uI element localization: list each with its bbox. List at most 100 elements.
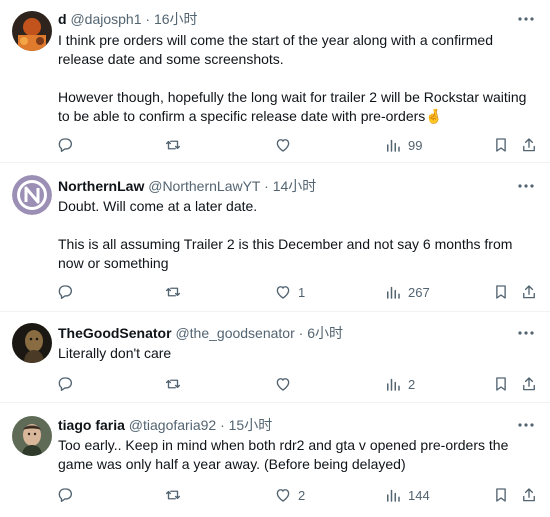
- more-options-icon[interactable]: [516, 415, 536, 435]
- action-bar: 2 144: [56, 485, 538, 505]
- timestamp[interactable]: 15小时: [229, 417, 273, 433]
- timestamp[interactable]: 16小时: [154, 11, 198, 27]
- tweet-paragraph: However though, hopefully the long wait …: [58, 89, 531, 124]
- view-count: 144: [408, 487, 430, 503]
- display-name[interactable]: d: [58, 11, 67, 27]
- action-bar: 1 267: [56, 282, 538, 302]
- more-options-icon[interactable]: [516, 176, 536, 196]
- bookmark-button[interactable]: [492, 374, 510, 394]
- tweet[interactable]: NorthernLaw @NorthernLawYT · 14小时 Doubt.…: [0, 163, 550, 312]
- separator-dot: ·: [145, 11, 151, 27]
- reply-icon: [56, 486, 74, 504]
- tweet-header: tiago faria @tiagofaria92 · 15小时: [58, 415, 272, 435]
- display-name[interactable]: NorthernLaw: [58, 178, 144, 194]
- display-name[interactable]: tiago faria: [58, 417, 125, 433]
- share-icon: [520, 375, 538, 393]
- reply-icon: [56, 136, 74, 154]
- bookmark-icon: [492, 486, 510, 504]
- like-button[interactable]: 1: [274, 282, 305, 302]
- more-options-icon[interactable]: [516, 323, 536, 343]
- bookmark-button[interactable]: [492, 282, 510, 302]
- bookmark-icon: [492, 375, 510, 393]
- like-button[interactable]: [274, 374, 298, 394]
- tweet-text: Too early.. Keep in mind when both rdr2 …: [58, 436, 528, 474]
- bookmark-icon: [492, 283, 510, 301]
- separator-dot: ·: [220, 417, 225, 433]
- views-button[interactable]: 267: [384, 282, 430, 302]
- tweet-paragraph: I think pre orders will come the start o…: [58, 32, 497, 67]
- like-button[interactable]: [274, 135, 298, 155]
- share-icon: [520, 283, 538, 301]
- avatar[interactable]: [12, 11, 52, 51]
- tweet-text: I think pre orders will come the start o…: [58, 31, 528, 126]
- action-bar: 2: [56, 374, 538, 394]
- share-button[interactable]: [520, 135, 538, 155]
- views-button[interactable]: 99: [384, 135, 422, 155]
- tweet-paragraph: Literally don't care: [58, 345, 172, 361]
- avatar[interactable]: [12, 416, 52, 456]
- like-count: 1: [298, 284, 306, 300]
- bookmark-button[interactable]: [492, 135, 510, 155]
- repost-icon: [164, 375, 182, 393]
- reply-button[interactable]: [56, 135, 80, 155]
- repost-button[interactable]: [164, 135, 188, 155]
- action-bar: 99: [56, 135, 538, 155]
- share-icon: [520, 486, 538, 504]
- avatar[interactable]: [12, 175, 52, 215]
- views-chart-icon: [384, 136, 402, 154]
- view-count: 99: [408, 137, 423, 153]
- tweet-header: NorthernLaw @NorthernLawYT · 14小时: [58, 176, 316, 196]
- reply-icon: [56, 283, 74, 301]
- separator-dot: ·: [298, 325, 304, 341]
- views-button[interactable]: 2: [384, 374, 415, 394]
- repost-icon: [164, 136, 182, 154]
- tweet[interactable]: tiago faria @tiagofaria92 · 15小时 Too ear…: [0, 403, 550, 517]
- tweet-header: TheGoodSenator @the_goodsenator · 6小时: [58, 323, 343, 343]
- reply-button[interactable]: [56, 282, 80, 302]
- separator-dot: ·: [264, 178, 269, 194]
- repost-button[interactable]: [164, 485, 188, 505]
- tweet-header: d @dajosph1 · 16小时: [58, 9, 198, 29]
- share-button[interactable]: [520, 374, 538, 394]
- timestamp[interactable]: 6小时: [307, 325, 343, 341]
- repost-icon: [164, 283, 182, 301]
- heart-icon: [274, 136, 292, 154]
- display-name[interactable]: TheGoodSenator: [58, 325, 172, 341]
- tweet-paragraph: Too early.. Keep in mind when both rdr2 …: [58, 437, 513, 472]
- views-button[interactable]: 144: [384, 485, 430, 505]
- like-count: 2: [298, 487, 306, 503]
- view-count: 267: [408, 284, 430, 300]
- heart-icon: [274, 283, 292, 301]
- user-handle[interactable]: @dajosph1: [70, 11, 141, 27]
- more-options-icon[interactable]: [516, 9, 536, 29]
- repost-button[interactable]: [164, 374, 188, 394]
- user-handle[interactable]: @the_goodsenator: [175, 325, 294, 341]
- heart-icon: [274, 375, 292, 393]
- repost-icon: [164, 486, 182, 504]
- tweet-text: Literally don't care: [58, 344, 528, 363]
- tweet-paragraph: Doubt. Will come at a later date.: [58, 198, 258, 214]
- views-chart-icon: [384, 375, 402, 393]
- like-button[interactable]: 2: [274, 485, 305, 505]
- view-count: 2: [408, 376, 416, 392]
- views-chart-icon: [384, 486, 402, 504]
- share-icon: [520, 136, 538, 154]
- tweet[interactable]: TheGoodSenator @the_goodsenator · 6小时 Li…: [0, 312, 550, 403]
- reply-button[interactable]: [56, 374, 80, 394]
- share-button[interactable]: [520, 282, 538, 302]
- user-handle[interactable]: @NorthernLawYT: [148, 178, 260, 194]
- timestamp[interactable]: 14小时: [273, 178, 317, 194]
- tweet-text: Doubt. Will come at a later date. This i…: [58, 197, 528, 273]
- tweet[interactable]: d @dajosph1 · 16小时 I think pre orders wi…: [0, 0, 550, 163]
- user-handle[interactable]: @tiagofaria92: [129, 417, 216, 433]
- reply-button[interactable]: [56, 485, 80, 505]
- reply-icon: [56, 375, 74, 393]
- views-chart-icon: [384, 283, 402, 301]
- avatar[interactable]: [12, 323, 52, 363]
- bookmark-icon: [492, 136, 510, 154]
- repost-button[interactable]: [164, 282, 188, 302]
- share-button[interactable]: [520, 485, 538, 505]
- tweet-paragraph: This is all assuming Trailer 2 is this D…: [58, 236, 517, 271]
- bookmark-button[interactable]: [492, 485, 510, 505]
- heart-icon: [274, 486, 292, 504]
